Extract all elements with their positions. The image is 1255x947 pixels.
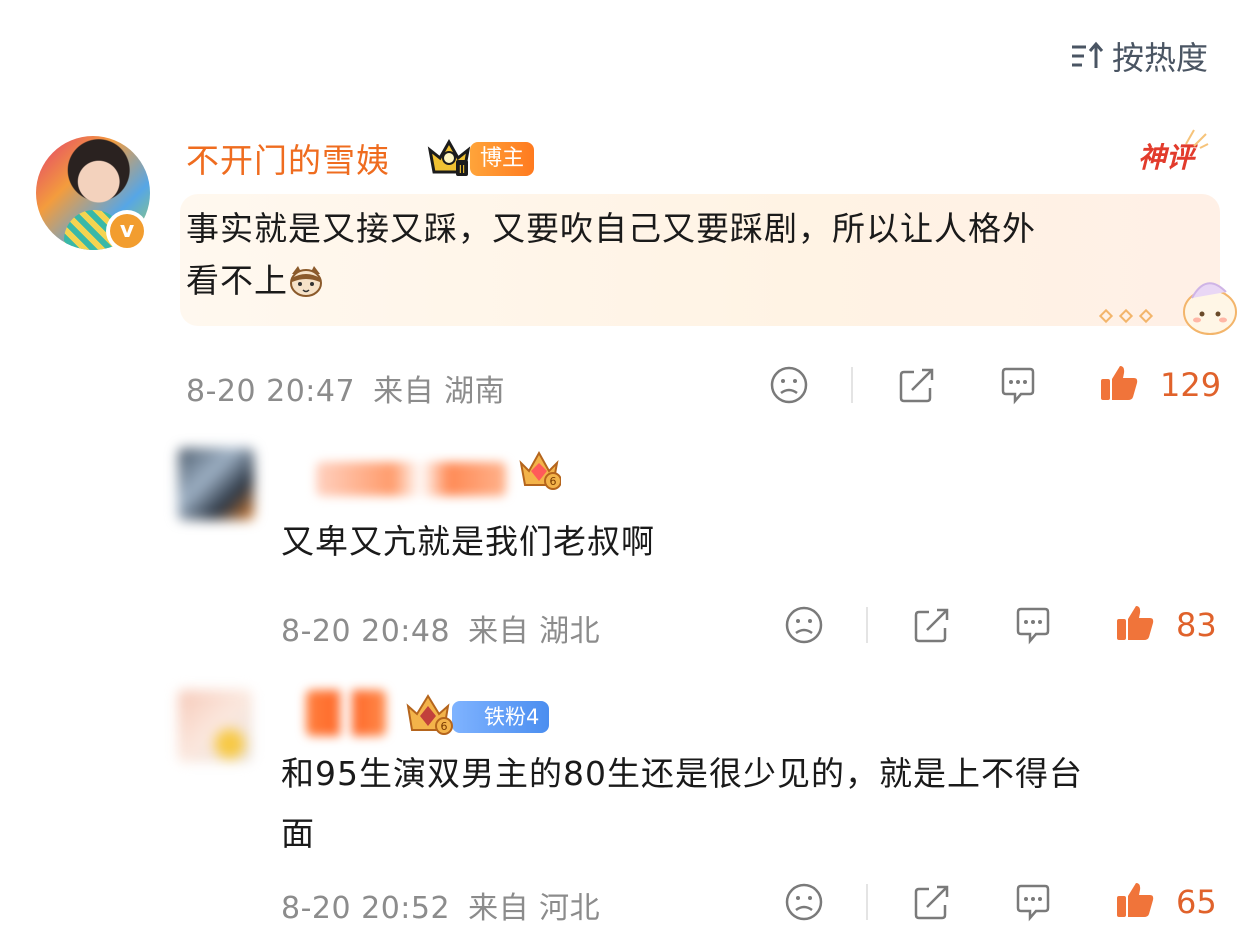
action-divider [851, 367, 853, 403]
crown-icon: II [427, 138, 471, 176]
reply-location: 来自 河北 [468, 891, 601, 926]
like-button[interactable] [1114, 879, 1156, 921]
reply-meta: 8-20 20:48 来自 湖北 [281, 606, 600, 650]
reply-meta: 8-20 20:52 来自 河北 [281, 883, 600, 927]
svg-text:6: 6 [441, 720, 448, 733]
svg-text:6: 6 [550, 475, 557, 488]
reply-text: 和95生演双男主的80生还是很少见的，就是上不得台 面 [281, 754, 1083, 853]
like-button[interactable] [1114, 602, 1156, 644]
cat-emoji-icon [290, 266, 322, 297]
like-button[interactable] [1098, 362, 1140, 404]
comment-button[interactable] [1012, 604, 1054, 646]
reply-date: 8-20 20:48 [281, 614, 451, 649]
action-divider [866, 884, 868, 920]
share-button[interactable] [911, 881, 953, 923]
action-divider [866, 607, 868, 643]
like-count: 129 [1160, 366, 1222, 404]
share-button[interactable] [896, 364, 938, 406]
dislike-button[interactable] [783, 604, 825, 646]
svg-text:II: II [459, 163, 466, 176]
like-count: 83 [1176, 606, 1217, 644]
reply-date: 8-20 20:52 [281, 891, 451, 926]
reply-username-blurred[interactable] [316, 462, 506, 496]
reply-avatar[interactable] [178, 448, 254, 520]
mascot-decoration-icon [1098, 282, 1237, 335]
comment-button[interactable] [1012, 881, 1054, 923]
comment-text: 事实就是又接又踩，又要吹自己又要踩剧，所以让人格外 看不上 [186, 209, 1036, 300]
sort-icon [1072, 41, 1104, 68]
verified-badge-icon: v [106, 210, 148, 252]
comment-meta: 8-20 20:47 来自 湖南 [186, 366, 505, 410]
crown-level-icon: 6 [519, 450, 561, 490]
comment-date: 8-20 20:47 [186, 374, 356, 409]
comment-button[interactable] [997, 364, 1039, 406]
sort-label: 按热度 [1112, 39, 1209, 77]
blogger-badge: 博主 [470, 142, 535, 176]
reply-username-blurred[interactable] [306, 690, 386, 736]
reply-text: 又卑又亢就是我们老叔啊 [281, 522, 655, 561]
dislike-button[interactable] [768, 364, 810, 406]
sparkle-icon [1185, 129, 1209, 149]
reply-avatar[interactable] [178, 690, 252, 762]
username[interactable]: 不开门的雪姨 [186, 134, 390, 182]
like-count: 65 [1176, 883, 1217, 921]
iron-fan-badge: 铁粉4 [452, 701, 550, 733]
sort-by-popularity-button[interactable]: 按热度 [1070, 34, 1208, 78]
comment-location: 来自 湖南 [373, 374, 506, 409]
reply-location: 来自 湖北 [468, 614, 601, 649]
dislike-button[interactable] [783, 881, 825, 923]
crown-level-icon: 6 [406, 694, 453, 735]
share-button[interactable] [911, 604, 953, 646]
